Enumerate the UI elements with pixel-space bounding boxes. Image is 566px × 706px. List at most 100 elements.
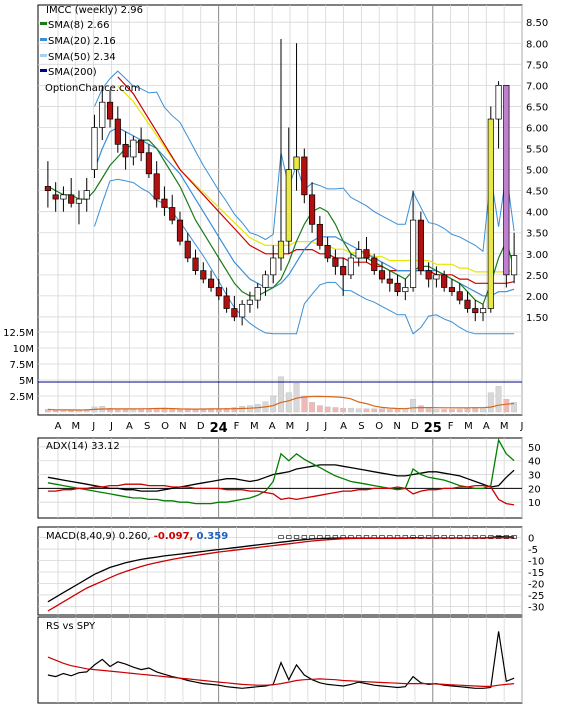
legend-swatch-sma8 — [40, 22, 47, 25]
rs-panel: RS vs SPY — [37, 616, 523, 704]
macd-tick-label: -10 — [528, 557, 544, 568]
candle-down — [448, 287, 456, 293]
macd-signal-value: -0.097, — [154, 531, 194, 542]
candle-down — [378, 270, 386, 280]
macd-title: MACD(8,40,9) 0.260, -0.097, 0.359 — [46, 531, 228, 542]
volume-bar — [441, 409, 448, 413]
volume-bar — [122, 409, 129, 413]
candle-down — [44, 186, 51, 191]
month-label: A — [126, 421, 133, 432]
candle-down — [324, 245, 331, 259]
volume-bar — [425, 408, 432, 413]
month-label: 25 — [424, 421, 442, 436]
watermark: OptionChance.com — [45, 83, 140, 94]
candle-down — [309, 194, 316, 225]
candle-up — [270, 257, 277, 276]
candle-up — [254, 287, 261, 301]
volume-bar — [371, 408, 378, 413]
candle-down — [138, 139, 145, 154]
adx-tick-label: 10 — [528, 498, 541, 509]
price-tick-label: 2.00 — [526, 292, 548, 303]
month-label: F — [448, 421, 454, 432]
adx-axis: 50 40 30 20 10 — [528, 443, 541, 509]
candle-up — [433, 274, 440, 280]
price-tick-label: 2.50 — [526, 271, 548, 282]
month-label: J — [520, 421, 524, 432]
adx-tick-label: 30 — [528, 471, 541, 482]
price-tick-label: 1.50 — [526, 313, 548, 324]
macd-tick-label: 0 — [528, 534, 534, 545]
price-tick-label: 3.00 — [526, 250, 548, 261]
volume-bar — [285, 392, 292, 413]
adx-panel: 50 40 30 20 10 ADX(14) 33.12 — [37, 437, 541, 519]
month-label: D — [411, 421, 419, 432]
macd-histogram-bar — [286, 535, 292, 539]
volume-bar — [153, 408, 160, 413]
month-label: N — [393, 421, 400, 432]
month-label: 24 — [210, 421, 228, 436]
candle-up — [410, 219, 417, 288]
candle-down — [68, 194, 75, 204]
macd-tick-label: -5 — [528, 545, 538, 556]
month-label: S — [144, 421, 150, 432]
candle-up — [479, 308, 487, 314]
volume-bar — [309, 402, 316, 413]
volume-bar — [449, 409, 455, 413]
macd-tick-label: -20 — [528, 579, 544, 590]
candle-down — [176, 219, 184, 242]
candle-down — [145, 152, 152, 175]
month-label: A — [483, 421, 490, 432]
candle-down — [52, 194, 59, 200]
candle-up — [495, 85, 502, 120]
price-panel: 8.50 8.00 7.50 7.00 6.50 6.00 5.50 5.00 4.50 4.00… — [3, 4, 548, 416]
candle-down — [192, 257, 199, 271]
month-label: M — [72, 421, 81, 432]
price-tick-label: 5.00 — [526, 166, 548, 177]
price-tick-label: 6.50 — [526, 102, 548, 113]
month-label: O — [375, 421, 383, 432]
candle-up — [60, 194, 67, 200]
adx-tick-label: 20 — [528, 484, 541, 495]
candle-down — [215, 287, 222, 297]
candle-up — [262, 274, 269, 288]
candle-up — [246, 299, 253, 305]
macd-tick-label: -25 — [528, 591, 544, 602]
macd-histogram-bar — [301, 535, 307, 539]
candle-down — [122, 143, 129, 158]
volume-bar — [270, 395, 277, 413]
candle-down — [200, 270, 207, 280]
price-tick-label: 7.00 — [526, 81, 548, 92]
volume-bar — [130, 409, 137, 413]
legend-sma8: SMA(8) 2.66 — [48, 20, 109, 31]
candle-down — [394, 282, 401, 293]
month-label: M — [500, 421, 509, 432]
volume-bar — [301, 395, 308, 413]
legend-sma50: SMA(50) 2.34 — [48, 52, 116, 63]
volume-tick-label: 5M — [19, 376, 34, 387]
price-tick-label: 3.50 — [526, 229, 548, 240]
price-tick-label: 7.50 — [526, 60, 548, 71]
candle-down — [363, 249, 370, 259]
month-label: N — [179, 421, 186, 432]
month-label: A — [55, 421, 62, 432]
volume-bar — [480, 408, 486, 413]
volume-bar — [324, 406, 331, 413]
price-panel-frame — [37, 4, 523, 416]
candle-up — [402, 287, 409, 293]
volume-bar — [456, 409, 463, 413]
volume-tick-label: 10M — [13, 344, 34, 355]
volume-bar — [138, 409, 145, 413]
candle-up — [277, 240, 285, 259]
price-tick-label: 4.00 — [526, 208, 548, 219]
legend-swatch-sma50 — [40, 54, 47, 57]
volume-bar — [433, 409, 440, 413]
candle-down — [417, 219, 424, 271]
candle-up — [285, 169, 292, 242]
candle-down — [231, 308, 238, 318]
candle-down — [316, 223, 323, 246]
macd-tick-label: -15 — [528, 568, 544, 579]
macd-histogram-bar — [278, 535, 284, 539]
candle-down — [184, 240, 191, 259]
volume-bar — [340, 407, 347, 413]
month-label: J — [91, 421, 95, 432]
